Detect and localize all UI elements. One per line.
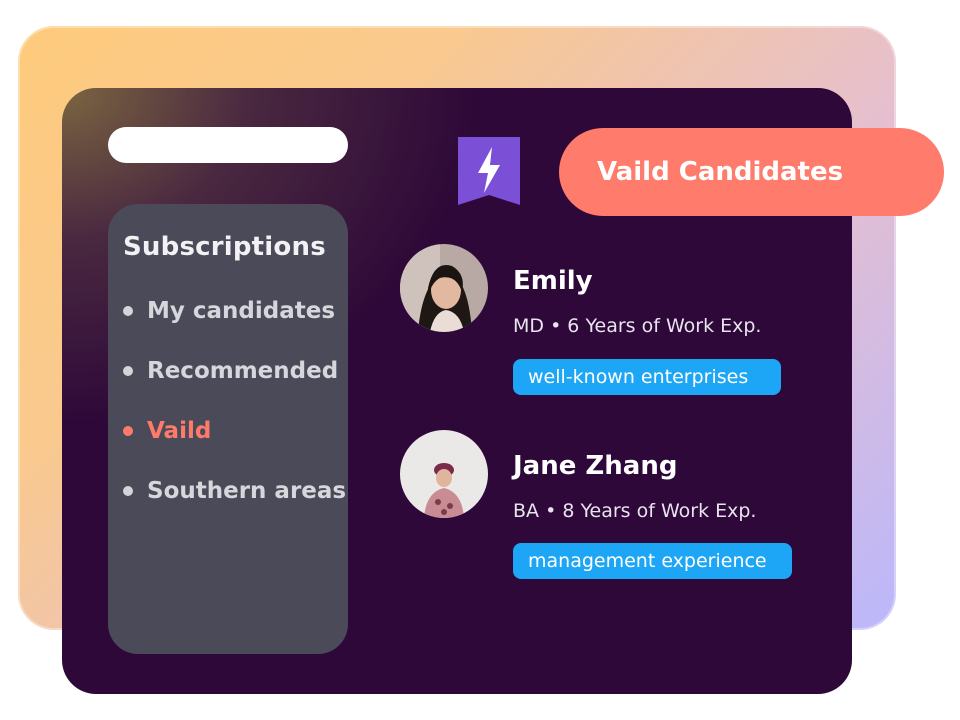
bullet-dot-icon: [123, 426, 133, 436]
bullet-dot-icon: [123, 366, 133, 376]
lightning-bookmark-icon: [458, 137, 520, 205]
sidebar-item-my-candidates[interactable]: My candidates: [123, 295, 335, 327]
app-canvas: Subscriptions My candidates Recommended …: [0, 0, 960, 720]
candidate-name: Jane Zhang: [513, 451, 678, 481]
search-bar[interactable]: [108, 127, 348, 163]
sidebar-item-southern-areas[interactable]: Southern areas: [123, 475, 346, 507]
valid-candidates-banner[interactable]: Vaild Candidates: [559, 128, 944, 216]
sidebar-item-recommended[interactable]: Recommended: [123, 355, 338, 387]
sidebar-item-label: Southern areas: [147, 478, 347, 504]
sidebar-item-label: Vaild: [147, 418, 212, 444]
bullet-dot-icon: [123, 486, 133, 496]
candidate-name: Emily: [513, 266, 593, 296]
candidate-meta: MD • 6 Years of Work Exp.: [513, 315, 762, 337]
candidate-meta: BA • 8 Years of Work Exp.: [513, 500, 757, 522]
sidebar-title: Subscriptions: [123, 232, 326, 262]
candidate-tag[interactable]: well-known enterprises: [513, 359, 781, 395]
avatar[interactable]: [400, 430, 488, 518]
candidate-tag[interactable]: management experience: [513, 543, 792, 579]
sidebar-item-label: Recommended: [147, 358, 339, 384]
avatar[interactable]: [400, 244, 488, 332]
banner-label: Vaild Candidates: [597, 157, 844, 187]
sidebar-item-vaild[interactable]: Vaild: [123, 415, 211, 447]
sidebar-item-label: My candidates: [147, 298, 336, 324]
bullet-dot-icon: [123, 306, 133, 316]
